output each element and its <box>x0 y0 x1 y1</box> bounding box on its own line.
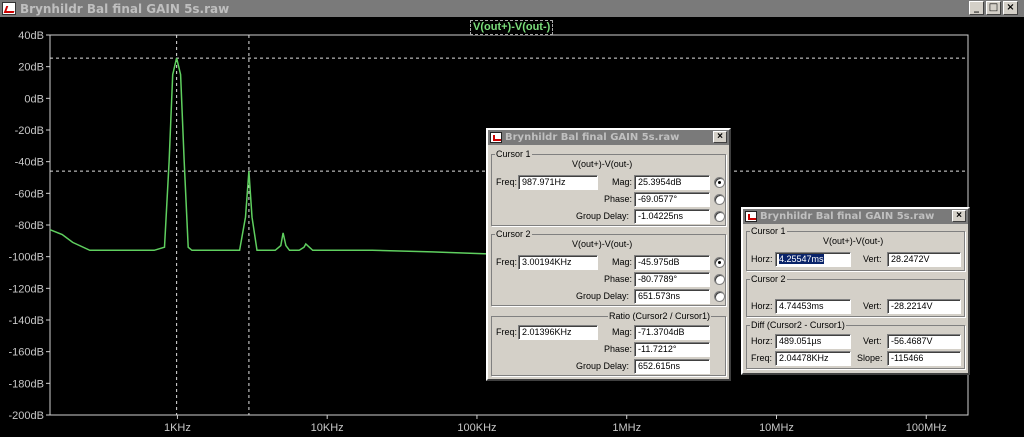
cursor1-phase-radio[interactable] <box>714 194 725 205</box>
cursor2-expression: V(out+)-V(out-) <box>572 239 633 249</box>
ratio-group-delay-label: Group Delay: <box>576 361 630 371</box>
ratio-freq-label: Freq: <box>496 327 518 337</box>
x-tick-label: 10KHz <box>311 422 344 434</box>
y-tick-label: -180dB <box>9 378 44 390</box>
cursor2-mag-field[interactable]: -45.975dB <box>634 255 710 270</box>
diff-horz-field[interactable]: 489.051µs <box>775 334 851 349</box>
ratio-freq-field[interactable]: 2.01396KHz <box>518 325 598 340</box>
cursor1-freq-field[interactable]: 987.971Hz <box>518 175 598 190</box>
waveform-app-icon <box>745 211 757 222</box>
ratio-group-delay-field[interactable]: 652.615ns <box>634 359 710 374</box>
y-tick-label: 40dB <box>18 30 44 42</box>
minimize-button[interactable]: _ <box>969 1 984 15</box>
main-title-bar[interactable]: Brynhildr Bal final GAIN 5s.raw _ □ × <box>0 0 1024 17</box>
cursor1-phase-label: Phase: <box>604 194 633 204</box>
cursor1-group-delay-radio[interactable] <box>714 211 725 222</box>
dialog-title-bar[interactable]: Brynhildr Bal final GAIN 5s.raw × <box>743 209 968 224</box>
cursor2-freq-field[interactable]: 3.00194KHz <box>518 255 598 270</box>
cursor1-mag-radio[interactable] <box>714 177 725 188</box>
y-tick-label: -140dB <box>9 315 44 327</box>
dialog-title-bar[interactable]: Brynhildr Bal final GAIN 5s.raw × <box>488 130 729 145</box>
close-button[interactable]: × <box>1003 1 1018 15</box>
t-cursor2-vert-field[interactable]: -28.2214V <box>887 299 961 314</box>
cursor2-phase-radio[interactable] <box>714 274 725 285</box>
y-tick-label: 20dB <box>18 62 44 74</box>
y-tick-label: -200dB <box>9 410 44 422</box>
cursor2-mag-label: Mag: <box>612 257 633 267</box>
cursor1-expression: V(out+)-V(out-) <box>572 159 633 169</box>
ratio-phase-label: Phase: <box>604 344 633 354</box>
diff-freq-label: Freq: <box>751 353 773 363</box>
cursor1-group-delay-field[interactable]: -1.04225ns <box>634 209 710 224</box>
t-cursor2-horz-field[interactable]: 4.74453ms <box>775 299 851 314</box>
x-tick-label: 100MHz <box>906 422 947 434</box>
dialog-close-button[interactable]: × <box>952 210 966 222</box>
transient-cursor-dialog[interactable]: Brynhildr Bal final GAIN 5s.raw × Cursor… <box>741 207 970 375</box>
t-cursor2-vert-label: Vert: <box>863 301 882 311</box>
cursor-readout-dialog[interactable]: Brynhildr Bal final GAIN 5s.raw × Cursor… <box>486 128 731 381</box>
x-tick-label: 1MHz <box>612 422 641 434</box>
t-cursor2-legend: Cursor 2 <box>750 274 787 284</box>
t-cursor1-legend: Cursor 1 <box>750 226 787 236</box>
ratio-phase-field[interactable]: -11.7212° <box>634 342 710 357</box>
ratio-legend: Ratio (Cursor2 / Cursor1) <box>608 311 712 321</box>
y-tick-label: -80dB <box>15 220 44 232</box>
cursor1-phase-field[interactable]: -69.0577° <box>634 192 710 207</box>
diff-group: Diff (Cursor2 - Cursor1) Horz: 489.051µs… <box>746 320 965 369</box>
cursor2-group-delay-radio[interactable] <box>714 291 725 302</box>
waveform-app-icon <box>490 132 502 143</box>
t-cursor1-horz-label: Horz: <box>751 254 773 264</box>
y-tick-label: -100dB <box>9 252 44 264</box>
diff-legend: Diff (Cursor2 - Cursor1) <box>750 320 846 330</box>
t-cursor1-vert-field[interactable]: 28.2472V <box>887 252 961 267</box>
t-cursor2-group: Cursor 2 Horz: 4.74453ms Vert: -28.2214V <box>746 274 965 317</box>
diff-horz-label: Horz: <box>751 336 773 346</box>
cursor2-freq-label: Freq: <box>496 257 518 267</box>
dialog-close-button[interactable]: × <box>713 131 727 143</box>
cursor2-legend: Cursor 2 <box>495 229 532 239</box>
t-cursor2-horz-label: Horz: <box>751 301 773 311</box>
maximize-button[interactable]: □ <box>986 1 1001 15</box>
cursor2-group: Cursor 2 V(out+)-V(out-) Freq: 3.00194KH… <box>491 229 726 306</box>
x-tick-label: 1KHz <box>164 422 191 434</box>
trace-label[interactable]: V(out+)-V(out-) <box>470 20 554 35</box>
y-tick-label: -60dB <box>15 188 44 200</box>
ratio-mag-field[interactable]: -71.3704dB <box>634 325 710 340</box>
y-tick-label: -20dB <box>15 125 44 137</box>
cursor2-group-delay-field[interactable]: 651.573ns <box>634 289 710 304</box>
cursor1-group: Cursor 1 V(out+)-V(out-) Freq: 987.971Hz… <box>491 149 726 226</box>
cursor2-group-delay-label: Group Delay: <box>576 291 630 301</box>
diff-freq-field[interactable]: 2.04478KHz <box>775 351 851 366</box>
window-title: Brynhildr Bal final GAIN 5s.raw <box>20 1 230 16</box>
ratio-group: Ratio (Cursor2 / Cursor1) Freq: 2.01396K… <box>491 311 726 376</box>
diff-slope-field[interactable]: -115466 <box>887 351 961 366</box>
cursor2-phase-label: Phase: <box>604 274 633 284</box>
cursor1-mag-field[interactable]: 25.3954dB <box>634 175 710 190</box>
t-cursor1-expression: V(out+)-V(out-) <box>823 236 884 246</box>
cursor1-freq-label: Freq: <box>496 177 518 187</box>
cursor2-mag-radio[interactable] <box>714 257 725 268</box>
x-tick-label: 100KHz <box>457 422 496 434</box>
y-tick-label: -160dB <box>9 347 44 359</box>
cursor2-phase-field[interactable]: -80.7789° <box>634 272 710 287</box>
dialog-title: Brynhildr Bal final GAIN 5s.raw <box>760 211 935 222</box>
dialog-title: Brynhildr Bal final GAIN 5s.raw <box>505 132 680 143</box>
cursor1-legend: Cursor 1 <box>495 149 532 159</box>
y-tick-label: -40dB <box>15 157 44 169</box>
diff-slope-label: Slope: <box>857 353 883 363</box>
y-tick-label: -120dB <box>9 283 44 295</box>
waveform-app-icon[interactable] <box>2 2 16 15</box>
x-tick-label: 10MHz <box>759 422 794 434</box>
diff-vert-field[interactable]: -56.4687V <box>887 334 961 349</box>
diff-vert-label: Vert: <box>863 336 882 346</box>
cursor1-mag-label: Mag: <box>612 177 633 187</box>
cursor1-group-delay-label: Group Delay: <box>576 211 630 221</box>
t-cursor1-vert-label: Vert: <box>863 254 882 264</box>
t-cursor1-group: Cursor 1 V(out+)-V(out-) Horz: 4.25547ms… <box>746 226 965 271</box>
t-cursor1-horz-field[interactable]: 4.25547ms <box>775 252 851 267</box>
y-tick-label: 0dB <box>24 93 44 105</box>
ratio-mag-label: Mag: <box>612 327 633 337</box>
